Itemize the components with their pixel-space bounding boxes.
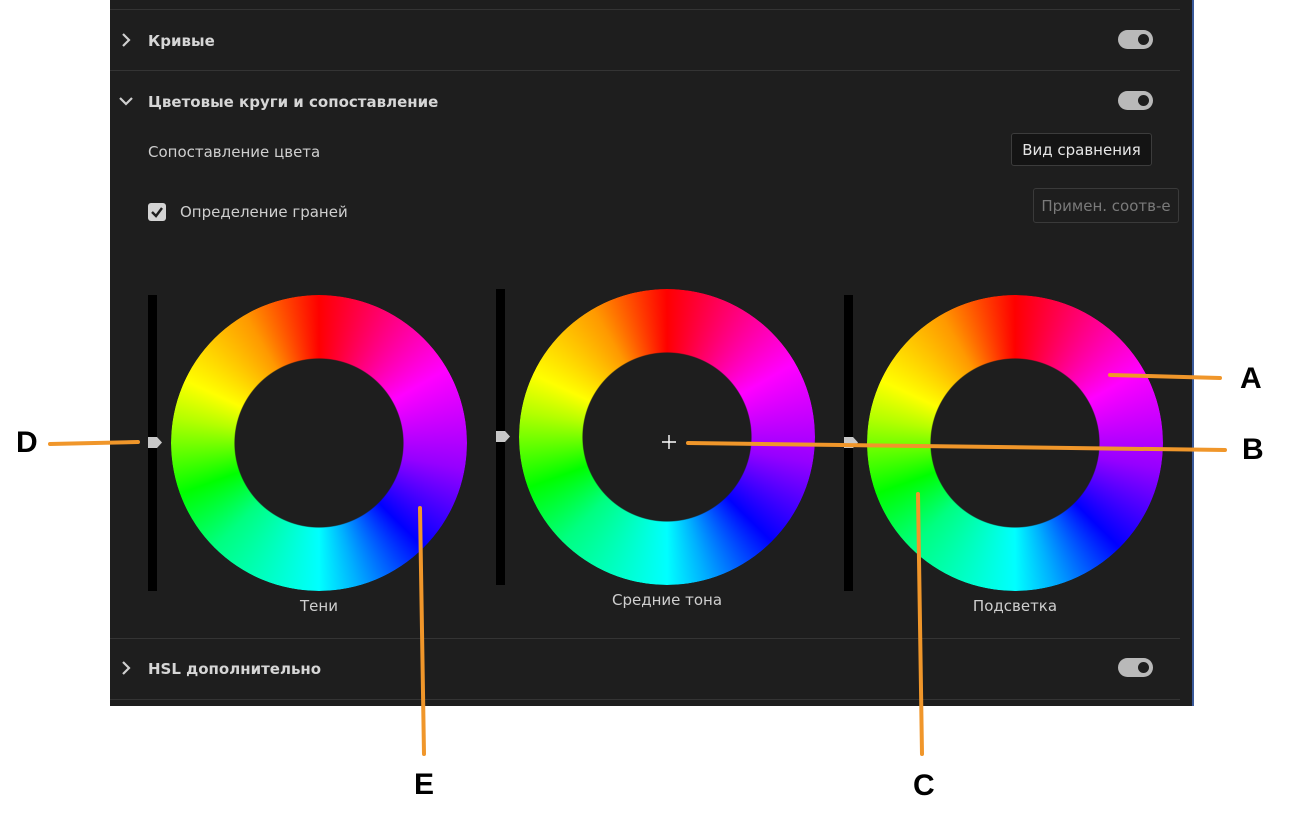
- callout-label-b: B: [1242, 433, 1264, 466]
- callout-label-c: C: [913, 769, 935, 802]
- callout-lines: [48, 373, 1227, 756]
- callout-line-b: [686, 441, 1227, 452]
- callout-line-e: [418, 506, 426, 756]
- callout-label-d: D: [16, 426, 38, 459]
- callout-line-c: [916, 492, 924, 756]
- callout-line-a: [1108, 373, 1222, 380]
- callout-label-e: E: [414, 768, 435, 801]
- callout-line-d: [48, 440, 140, 446]
- callout-label-a: A: [1240, 362, 1262, 395]
